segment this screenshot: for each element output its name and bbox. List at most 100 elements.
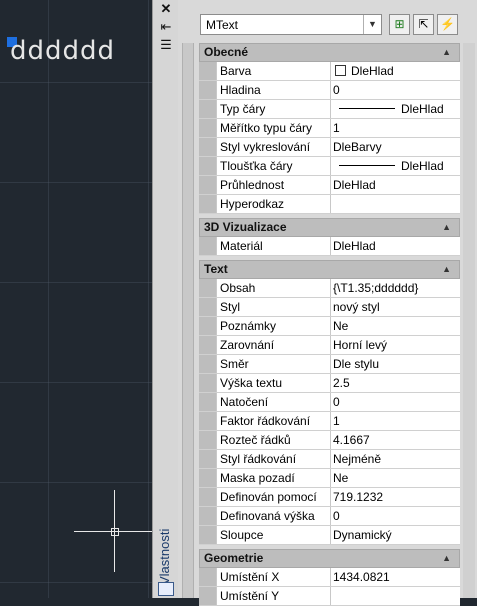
property-value-text: Ne <box>333 319 349 333</box>
property-row[interactable]: Poznámky Ne <box>199 317 460 336</box>
row-gutter <box>199 587 216 605</box>
palette-settings-icon[interactable] <box>158 582 174 596</box>
property-value[interactable]: 1434.0821 <box>331 568 460 586</box>
property-value[interactable]: Ne <box>331 469 460 487</box>
property-value[interactable]: 719.1232 <box>331 488 460 506</box>
object-type-select[interactable]: MText ▼ <box>200 14 382 35</box>
collapse-icon[interactable]: ▲ <box>442 550 451 567</box>
property-row[interactable]: Barva DleHlad <box>199 62 460 81</box>
property-row[interactable]: Hyperodkaz <box>199 195 460 214</box>
property-row[interactable]: Definován pomocí 719.1232 <box>199 488 460 507</box>
property-value[interactable]: DleHlad <box>331 157 460 175</box>
section-header[interactable]: 3D Vizualizace ▲ <box>199 218 460 237</box>
row-gutter <box>199 374 216 392</box>
property-value[interactable]: Dle stylu <box>331 355 460 373</box>
palette-titlebar[interactable]: ✕ ⇤ ☰ Vlastnosti <box>152 0 179 598</box>
property-value[interactable]: DleBarvy <box>331 138 460 156</box>
line-sample-icon <box>339 108 395 109</box>
section-header[interactable]: Obecné ▲ <box>199 43 460 62</box>
select-objects-icon[interactable]: ⇱ <box>413 14 434 35</box>
property-value[interactable] <box>331 195 460 213</box>
property-value-text: 2.5 <box>333 376 350 390</box>
property-value[interactable]: 2.5 <box>331 374 460 392</box>
autohide-icon[interactable]: ⇤ <box>158 20 174 34</box>
row-gutter <box>199 568 216 586</box>
property-value[interactable]: Dynamický <box>331 526 460 544</box>
color-swatch-icon <box>335 65 346 76</box>
row-gutter <box>199 393 216 411</box>
property-row[interactable]: Měřítko typu čáry 1 <box>199 119 460 138</box>
property-value-text: nový styl <box>333 300 380 314</box>
property-value[interactable]: Ne <box>331 317 460 335</box>
row-gutter <box>199 138 216 156</box>
property-name: Rozteč řádků <box>216 431 331 449</box>
property-value[interactable]: DleHlad <box>331 176 460 194</box>
property-value[interactable]: DleHlad <box>331 100 460 118</box>
property-row[interactable]: Výška textu 2.5 <box>199 374 460 393</box>
property-value[interactable]: nový styl <box>331 298 460 316</box>
property-value-text: DleHlad <box>401 102 444 116</box>
properties-menu-icon[interactable]: ☰ <box>158 38 174 52</box>
section-header[interactable]: Text ▲ <box>199 260 460 279</box>
section-header[interactable]: Geometrie ▲ <box>199 549 460 568</box>
property-row[interactable]: Tloušťka čáry DleHlad <box>199 157 460 176</box>
property-row[interactable]: Umístění X 1434.0821 <box>199 568 460 587</box>
mtext-object[interactable]: dddddd <box>10 36 115 66</box>
property-value-text: Dynamický <box>333 528 392 542</box>
toggle-pickadd-icon[interactable]: ⊞ <box>389 14 410 35</box>
row-gutter <box>199 100 216 118</box>
drawing-canvas[interactable]: dddddd <box>0 0 152 598</box>
property-value[interactable] <box>331 587 460 605</box>
panel-left-scrollbar[interactable] <box>182 43 194 598</box>
property-value[interactable]: 0 <box>331 393 460 411</box>
property-value[interactable]: 1 <box>331 412 460 430</box>
property-value-text: Nejméně <box>333 452 382 466</box>
property-value-text: Ne <box>333 471 349 485</box>
property-value-text: 719.1232 <box>333 490 384 504</box>
close-icon[interactable]: ✕ <box>158 2 174 16</box>
palette-title: Vlastnosti <box>157 528 172 585</box>
property-row[interactable]: Směr Dle stylu <box>199 355 460 374</box>
collapse-icon[interactable]: ▲ <box>442 44 451 61</box>
row-gutter <box>199 450 216 468</box>
property-value[interactable]: 1 <box>331 119 460 137</box>
row-gutter <box>199 507 216 525</box>
property-row[interactable]: Styl vykreslování DleBarvy <box>199 138 460 157</box>
property-row[interactable]: Styl řádkování Nejméně <box>199 450 460 469</box>
section-title: Geometrie <box>204 551 264 565</box>
property-row[interactable]: Materiál DleHlad <box>199 237 460 256</box>
property-value[interactable]: 4.1667 <box>331 431 460 449</box>
property-value[interactable]: {\T1.35;dddddd} <box>331 279 460 297</box>
property-value[interactable]: DleHlad <box>331 62 460 80</box>
row-gutter <box>199 526 216 544</box>
property-name: Směr <box>216 355 331 373</box>
property-value[interactable]: Horní levý <box>331 336 460 354</box>
row-gutter <box>199 157 216 175</box>
property-row[interactable]: Zarovnání Horní levý <box>199 336 460 355</box>
property-name: Hladina <box>216 81 331 99</box>
quick-select-icon[interactable]: ⚡ <box>437 14 458 35</box>
property-row[interactable]: Rozteč řádků 4.1667 <box>199 431 460 450</box>
property-value[interactable]: Nejméně <box>331 450 460 468</box>
row-gutter <box>199 431 216 449</box>
property-value[interactable]: 0 <box>331 507 460 525</box>
property-row[interactable]: Typ čáry DleHlad <box>199 100 460 119</box>
property-value[interactable]: DleHlad <box>331 237 460 255</box>
property-row[interactable]: Sloupce Dynamický <box>199 526 460 545</box>
property-row[interactable]: Umístění Y <box>199 587 460 606</box>
collapse-icon[interactable]: ▲ <box>442 261 451 278</box>
property-value-text: 0 <box>333 395 340 409</box>
property-row[interactable]: Obsah {\T1.35;dddddd} <box>199 279 460 298</box>
panel-right-scrollbar[interactable] <box>463 43 475 598</box>
property-row[interactable]: Maska pozadí Ne <box>199 469 460 488</box>
property-row[interactable]: Průhlednost DleHlad <box>199 176 460 195</box>
property-row[interactable]: Styl nový styl <box>199 298 460 317</box>
property-row[interactable]: Definovaná výška 0 <box>199 507 460 526</box>
property-row[interactable]: Hladina 0 <box>199 81 460 100</box>
collapse-icon[interactable]: ▲ <box>442 219 451 236</box>
property-name: Styl řádkování <box>216 450 331 468</box>
property-row[interactable]: Faktor řádkování 1 <box>199 412 460 431</box>
property-value[interactable]: 0 <box>331 81 460 99</box>
chevron-down-icon[interactable]: ▼ <box>363 15 381 34</box>
property-row[interactable]: Natočení 0 <box>199 393 460 412</box>
